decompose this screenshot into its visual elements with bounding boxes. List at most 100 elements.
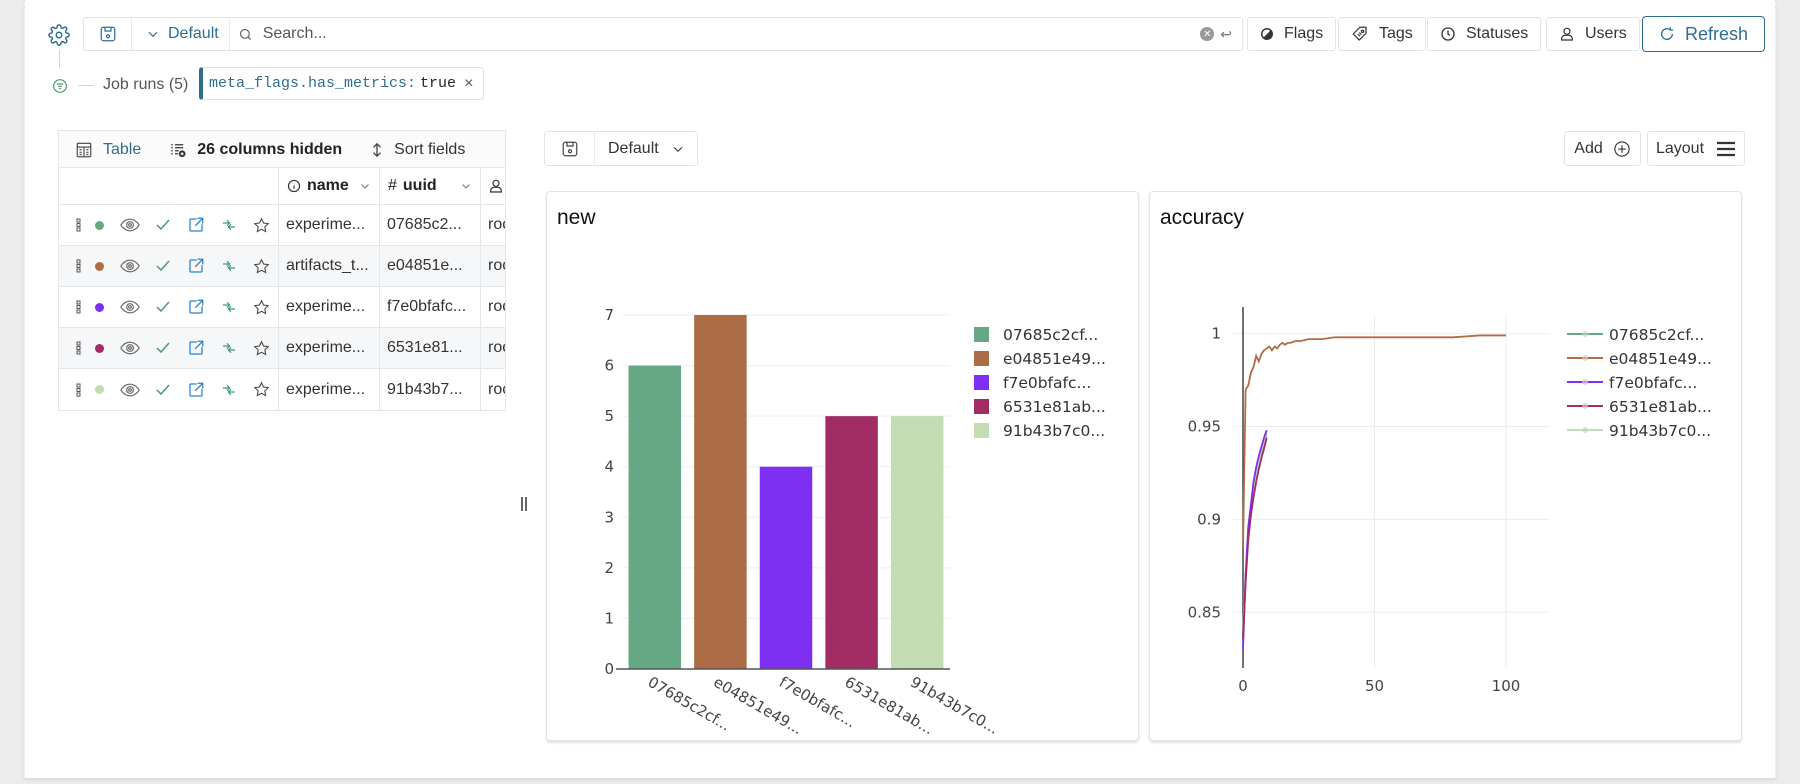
y-tick-label: 4 [604,458,614,476]
open-external-icon[interactable] [179,381,212,399]
users-button[interactable]: Users [1546,17,1640,51]
column-header-user[interactable] [481,168,505,204]
search-input[interactable] [252,25,1201,43]
chevron-down-icon[interactable] [359,180,371,192]
cell-name[interactable]: experime... [279,287,380,327]
star-icon[interactable] [245,340,278,357]
open-external-icon[interactable] [179,339,212,357]
legend-marker [1582,355,1588,361]
legend-swatch [974,375,989,390]
x-tick-label: 0 [1238,677,1248,695]
star-icon[interactable] [245,217,278,234]
compare-icon[interactable] [212,340,245,356]
legend-label: 07685c2cf... [1609,326,1704,344]
legend-swatch [974,327,989,342]
chart-card-accuracy: accuracy 0 50 100 0.85 0.9 0.95 1 07685c2cf... e… [1149,191,1742,741]
cell-name[interactable]: experime... [279,369,380,410]
drag-handle-icon[interactable] [73,341,85,355]
bar [694,315,747,669]
table-row[interactable]: experime... f7e0bfafc... roc [59,287,505,328]
table-row[interactable]: experime... 07685c2... roc [59,205,505,246]
table-row[interactable]: artifacts_t... e04851e... roc [59,246,505,287]
settings-gear-icon[interactable] [48,24,70,46]
view-select[interactable]: Default [132,18,230,50]
column-header-name[interactable]: name [279,168,380,204]
panel-resize-handle[interactable] [520,496,528,512]
add-chart-button[interactable]: Add [1564,131,1641,166]
save-dashboard-button[interactable] [545,132,595,165]
compare-icon[interactable] [212,217,245,233]
star-icon[interactable] [245,258,278,275]
connector-line [59,50,60,68]
statuses-button[interactable]: Statuses [1427,17,1542,51]
run-color-dot[interactable] [85,343,113,353]
open-external-icon[interactable] [179,216,212,234]
drag-handle-icon[interactable] [73,259,85,273]
cell-uuid[interactable]: 07685c2... [380,205,481,245]
drag-handle-icon[interactable] [73,218,85,232]
eye-icon[interactable] [113,218,146,232]
cell-name[interactable]: experime... [279,328,380,368]
compare-icon[interactable] [212,382,245,398]
legend-marker [1582,427,1588,433]
eye-icon[interactable] [113,341,146,355]
check-icon[interactable] [146,259,179,273]
refresh-button[interactable]: Refresh [1642,16,1765,52]
run-color-dot[interactable] [85,385,113,394]
cell-uuid[interactable]: 6531e81... [380,328,481,368]
y-tick-label: 6 [604,357,614,375]
cell-uuid[interactable]: e04851e... [380,246,481,286]
open-external-icon[interactable] [179,298,212,316]
chevron-down-icon[interactable] [460,180,472,192]
hidden-columns-button[interactable]: 26 columns hidden [155,141,356,159]
hidden-columns-label: 26 columns hidden [197,140,343,158]
user-icon [1561,27,1573,41]
chart-card-new: new 0 1 2 3 4 5 6 7 07685c2cf... e04851e49... f7e0… [546,191,1139,741]
save-view-button[interactable] [84,18,132,50]
check-icon[interactable] [146,383,179,397]
y-tick-label: 0.9 [1197,510,1221,528]
check-icon[interactable] [146,300,179,314]
check-icon[interactable] [146,218,179,232]
cell-uuid[interactable]: 91b43b7... [380,369,481,410]
filter-chip[interactable]: meta_flags.has_metrics: true × [199,67,485,100]
filter-icon[interactable] [52,78,68,94]
menu-icon [1717,141,1736,156]
table-row[interactable]: experime... 6531e81... roc [59,328,505,369]
table-row[interactable]: experime... 91b43b7... roc [59,369,505,410]
cell-name[interactable]: artifacts_t... [279,246,380,286]
run-color-dot[interactable] [85,261,113,271]
legend-label: 91b43b7c0... [1003,422,1105,440]
drag-handle-icon[interactable] [73,383,85,397]
legend-label: f7e0bfafc... [1609,374,1697,392]
star-icon[interactable] [245,299,278,316]
run-color-dot[interactable] [85,302,113,312]
layout-button[interactable]: Layout [1647,131,1745,166]
table-view-button[interactable]: Table [59,141,155,159]
enter-icon[interactable]: ↩ [1220,26,1232,43]
sort-fields-button[interactable]: Sort fields [356,141,479,159]
run-color-dot[interactable] [85,220,113,230]
y-tick-label: 1 [1211,325,1221,343]
drag-handle-icon[interactable] [73,300,85,314]
eye-icon[interactable] [113,300,146,314]
column-header-uuid[interactable]: # uuid [380,168,481,204]
dashboard-view-select[interactable]: Default [595,140,685,158]
remove-filter-icon[interactable]: × [464,75,473,93]
eye-icon[interactable] [113,383,146,397]
clear-search-icon[interactable]: ✕ [1200,27,1215,41]
y-tick-label: 7 [604,306,614,324]
star-icon[interactable] [245,381,278,398]
flags-button-label: Flags [1284,25,1324,42]
compare-icon[interactable] [212,299,245,315]
check-icon[interactable] [146,341,179,355]
flags-button[interactable]: Flags [1247,17,1337,51]
eye-icon[interactable] [113,259,146,273]
compare-icon[interactable] [212,258,245,274]
cell-uuid[interactable]: f7e0bfafc... [380,287,481,327]
open-external-icon[interactable] [179,257,212,275]
flag-icon [1261,28,1273,40]
tags-button-label: Tags [1379,25,1413,42]
cell-name[interactable]: experime... [279,205,380,245]
tags-button[interactable]: Tags [1338,17,1426,51]
